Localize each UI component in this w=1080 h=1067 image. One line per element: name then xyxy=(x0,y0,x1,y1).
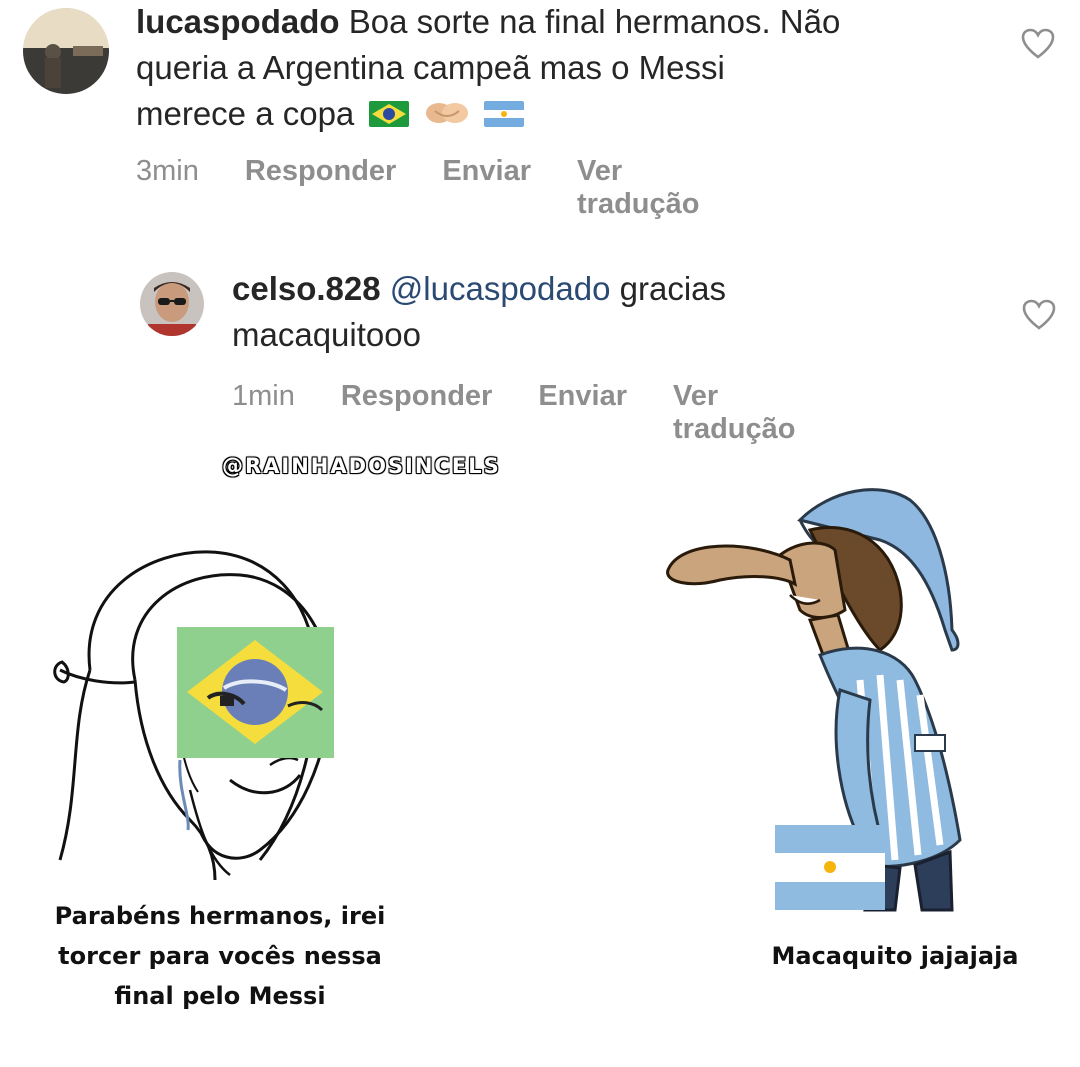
reply-button[interactable]: Responder xyxy=(245,155,396,221)
caption-line: final pelo Messi xyxy=(114,982,326,1010)
avatar-photo xyxy=(140,272,204,336)
send-button[interactable]: Enviar xyxy=(538,380,627,446)
translate-button[interactable]: Ver tradução xyxy=(577,155,699,221)
comment-text: queria a Argentina campeã mas o Messi xyxy=(136,49,725,86)
translate-button[interactable]: Ver tradução xyxy=(673,380,795,446)
argentina-flag-icon xyxy=(483,93,524,139)
comment-text: macaquitooo xyxy=(232,316,421,353)
comment-time: 3min xyxy=(136,155,199,187)
send-button[interactable]: Enviar xyxy=(442,155,531,221)
comment-text: Boa sorte na final hermanos. Não xyxy=(348,3,841,40)
mention-link[interactable]: @lucaspodado xyxy=(390,270,611,307)
comment-time: 1min xyxy=(232,380,295,412)
caption-line: Parabéns hermanos, irei xyxy=(54,902,386,930)
watermark: @RAINHADOSINCELS xyxy=(222,454,501,478)
right-caption: Macaquito jajajaja xyxy=(771,942,1019,970)
avatar-photo xyxy=(23,8,109,94)
avatar[interactable] xyxy=(140,272,204,336)
reply-button[interactable]: Responder xyxy=(341,380,492,446)
caption-line: torcer para vocês nessa xyxy=(58,942,382,970)
left-caption: Parabéns hermanos, irei torcer para você… xyxy=(20,896,420,1016)
avatar[interactable] xyxy=(23,8,109,94)
username[interactable]: lucaspodado xyxy=(136,3,340,40)
username[interactable]: celso.828 xyxy=(232,270,381,307)
handshake-icon xyxy=(425,93,469,139)
comment-text: merece a copa xyxy=(136,95,355,132)
brazil-flag-icon xyxy=(369,93,410,139)
wojak-drawing xyxy=(40,530,400,890)
comment-text: gracias xyxy=(619,270,727,307)
heart-icon[interactable] xyxy=(1022,299,1056,336)
heart-icon[interactable] xyxy=(1021,28,1055,65)
argentine-character-drawing xyxy=(660,480,1060,920)
